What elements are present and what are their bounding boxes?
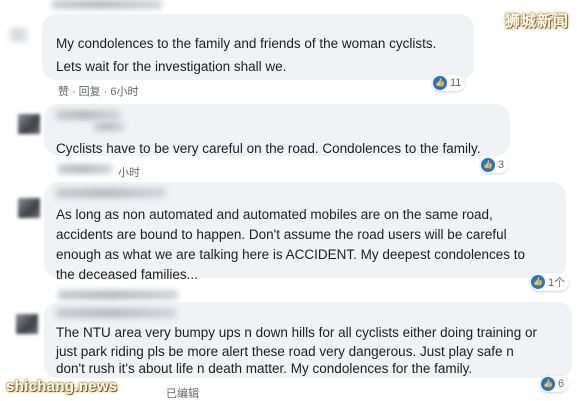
redacted-name: [56, 308, 176, 318]
comment-time: 6小时: [110, 86, 139, 98]
redacted-name: [56, 110, 120, 120]
reaction-count[interactable]: 👍 3: [480, 157, 509, 173]
comment-text: My condolences to the family and friends…: [56, 36, 437, 51]
avatar[interactable]: [18, 198, 40, 218]
comment-actions: 赞 · 回复 · 6小时: [58, 86, 139, 98]
redacted-name: [10, 28, 28, 42]
like-icon: 👍: [481, 158, 495, 172]
reaction-count[interactable]: 👍 1个: [530, 273, 570, 291]
redacted-name: [94, 122, 124, 131]
like-icon: 👍: [531, 275, 545, 289]
like-icon: 👍: [433, 76, 447, 90]
comment-text: Cyclists have to be very careful on the …: [56, 141, 481, 156]
reaction-count[interactable]: 👍 11: [432, 75, 466, 91]
redacted-name: [52, 0, 162, 9]
comment-time: 小时: [118, 167, 140, 179]
comment-text: enough as what we are talking here is AC…: [56, 247, 526, 262]
reaction-count[interactable]: 👍 6: [540, 376, 569, 392]
redacted-actions: [58, 164, 112, 174]
avatar[interactable]: [18, 114, 40, 134]
site-watermark: shichang.news: [6, 378, 118, 395]
comment-text: As long as non automated and automated m…: [56, 207, 493, 222]
comment-text: Lets wait for the investigation shall we…: [56, 59, 287, 74]
like-button[interactable]: 赞: [58, 86, 69, 98]
like-icon: 👍: [541, 377, 555, 391]
redacted-name: [56, 188, 166, 198]
comment-text: don't rush it's about life n death matte…: [56, 361, 473, 376]
redacted-actions: [58, 290, 178, 300]
edited-label: 已编辑: [166, 388, 199, 400]
comment-text: accidents are bound to happen. Don't ass…: [56, 227, 507, 242]
avatar[interactable]: [16, 314, 38, 334]
comment-text: the deceased families...: [56, 267, 198, 282]
news-logo: 狮城新闻: [504, 13, 569, 30]
reply-button[interactable]: 回复: [79, 86, 101, 98]
